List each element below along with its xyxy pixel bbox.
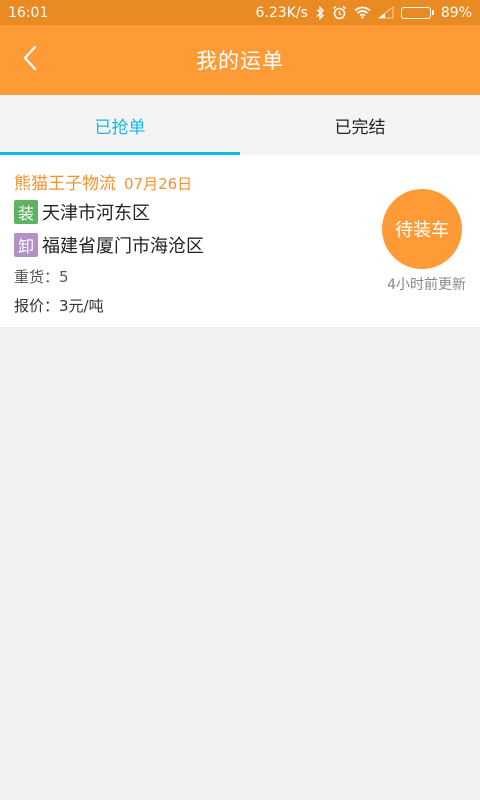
page-title: 我的运单	[196, 49, 284, 73]
wifi-icon	[354, 6, 371, 19]
load-address-row: 装 天津市河东区	[14, 199, 150, 225]
cargo-label: 重货：	[14, 268, 60, 286]
order-date: 07月26日	[124, 175, 193, 193]
battery-icon	[400, 6, 434, 19]
tab-completed-orders[interactable]: 已完结	[240, 95, 480, 155]
price-line: 报价：3元/吨	[14, 295, 104, 316]
unload-address-row: 卸 福建省厦门市海沧区	[14, 232, 204, 258]
load-tag: 装	[14, 200, 38, 224]
order-card[interactable]: 熊猫王子物流 07月26日 装 天津市河东区 卸 福建省厦门市海沧区 重货：5 …	[0, 155, 480, 327]
price-label: 报价：	[14, 297, 60, 315]
bluetooth-icon	[315, 5, 325, 20]
tab-label: 已完结	[334, 117, 386, 138]
network-speed: 6.23K/s	[255, 4, 308, 21]
status-label: 待装车	[395, 220, 449, 241]
back-button[interactable]	[12, 42, 48, 78]
status-bar: 16:01 6.23K/s 89%	[0, 0, 480, 25]
company-name: 熊猫王子物流	[14, 174, 116, 194]
update-time: 4小时前更新	[387, 277, 466, 293]
signal-icon	[377, 6, 394, 19]
status-time: 16:01	[8, 4, 49, 21]
alarm-icon	[332, 5, 347, 20]
tab-grabbed-orders[interactable]: 已抢单	[0, 95, 240, 155]
tab-label: 已抢单	[94, 117, 146, 138]
title-bar: 我的运单	[0, 25, 480, 95]
company-line: 熊猫王子物流 07月26日	[14, 169, 192, 194]
unload-tag: 卸	[14, 233, 38, 257]
cargo-line: 重货：5	[14, 266, 69, 287]
status-icons: 6.23K/s 89%	[256, 5, 473, 21]
load-address: 天津市河东区	[42, 203, 150, 224]
battery-percent: 89%	[440, 4, 472, 21]
status-button[interactable]: 待装车	[382, 189, 462, 269]
unload-address: 福建省厦门市海沧区	[42, 236, 204, 257]
tab-bar: 已抢单 已完结	[0, 95, 480, 155]
back-arrow-icon	[22, 45, 38, 75]
cargo-value: 5	[59, 268, 69, 286]
price-value: 3元/吨	[59, 297, 104, 315]
